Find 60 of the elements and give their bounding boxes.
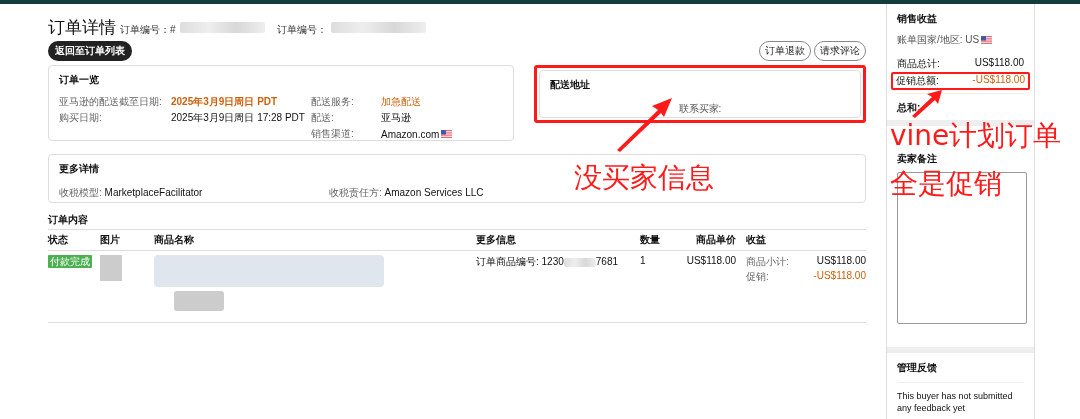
- section-title: 订单内容: [48, 213, 89, 227]
- total-label: 总和:: [897, 102, 921, 113]
- us-flag-icon: [441, 130, 453, 138]
- card-title: 更多详情: [59, 162, 100, 176]
- column-header: 商品单价: [696, 234, 736, 245]
- field-label: 亚马逊的配送截至日期:: [59, 95, 163, 109]
- card-title: 配送地址: [550, 78, 591, 92]
- field-value: Amazon.com: [381, 128, 440, 140]
- redacted-block: [174, 291, 224, 311]
- column-header: 更多信息: [476, 234, 516, 245]
- product-image-placeholder: [100, 255, 122, 281]
- order-number-label: 订单编号：#: [120, 23, 176, 37]
- annotation-text: 全是促销: [890, 170, 1002, 198]
- page-title: 订单详情: [48, 17, 116, 39]
- annotation-text: vine计划订单: [890, 122, 1062, 150]
- proceeds-label: 促销总额:: [896, 74, 939, 88]
- field-label: 配送服务:: [311, 95, 355, 109]
- billing-country: 账单国家/地区: US: [897, 33, 980, 47]
- column-header: 状态: [48, 234, 68, 245]
- proceeds-value: US$118.00: [815, 255, 866, 268]
- back-to-orders-button[interactable]: 返回至订单列表: [48, 41, 132, 61]
- field-label: 配送:: [311, 111, 335, 125]
- panel-title: 销售收益: [897, 12, 938, 26]
- redacted-block: [563, 257, 596, 267]
- field-label: 收税模型:: [59, 187, 102, 198]
- column-header: 商品名称: [154, 234, 194, 245]
- status-badge: 付款完成: [48, 255, 92, 268]
- quantity: 1: [640, 255, 646, 266]
- panel-title: 管理反馈: [897, 361, 938, 375]
- panel-title: 卖家备注: [897, 152, 938, 166]
- column-header: 收益: [746, 234, 766, 245]
- proceeds-label: 促销:: [746, 270, 770, 284]
- field-value: 2025年3月9日周日 17:28 PDT: [171, 111, 306, 125]
- column-header: 图片: [100, 234, 120, 245]
- item-id-end: 7681: [595, 256, 619, 267]
- field-value: 亚马逊: [381, 111, 411, 125]
- proceeds-value: -US$118.00: [812, 270, 866, 283]
- field-value: 2025年3月9日周日 PDT: [171, 95, 279, 109]
- item-id-label: 订单商品编号:: [476, 256, 539, 267]
- annotation-text: 没买家信息: [574, 164, 714, 192]
- field-label: 购买日期:: [59, 111, 103, 125]
- proceeds-value: US$118.00: [974, 57, 1024, 70]
- field-value: Amazon Services LLC: [384, 187, 484, 198]
- field-value: MarketplaceFacilitator: [104, 187, 203, 198]
- unit-price: US$118.00: [686, 255, 736, 266]
- item-id-start: 1230: [541, 256, 564, 267]
- field-label: 收税责任方:: [329, 187, 382, 198]
- order-number-label: 订单编号：: [276, 23, 327, 37]
- card-title: 订单一览: [59, 73, 100, 87]
- column-header: 数量: [640, 234, 660, 245]
- action-button[interactable]: 订单退款: [759, 41, 811, 61]
- field-label: 销售渠道:: [311, 127, 355, 141]
- action-button[interactable]: 请求评论: [814, 41, 866, 61]
- proceeds-label: 商品总计:: [897, 57, 940, 71]
- proceeds-value: -US$118.00: [972, 74, 1025, 87]
- us-flag-icon: [981, 36, 993, 44]
- proceeds-label: 商品小计:: [746, 255, 790, 269]
- feedback-message: This buyer has not submitted any feedback yet: [897, 391, 1013, 414]
- contact-buyer-label: 联系买家:: [678, 103, 722, 114]
- field-value: 加急配送: [381, 95, 421, 109]
